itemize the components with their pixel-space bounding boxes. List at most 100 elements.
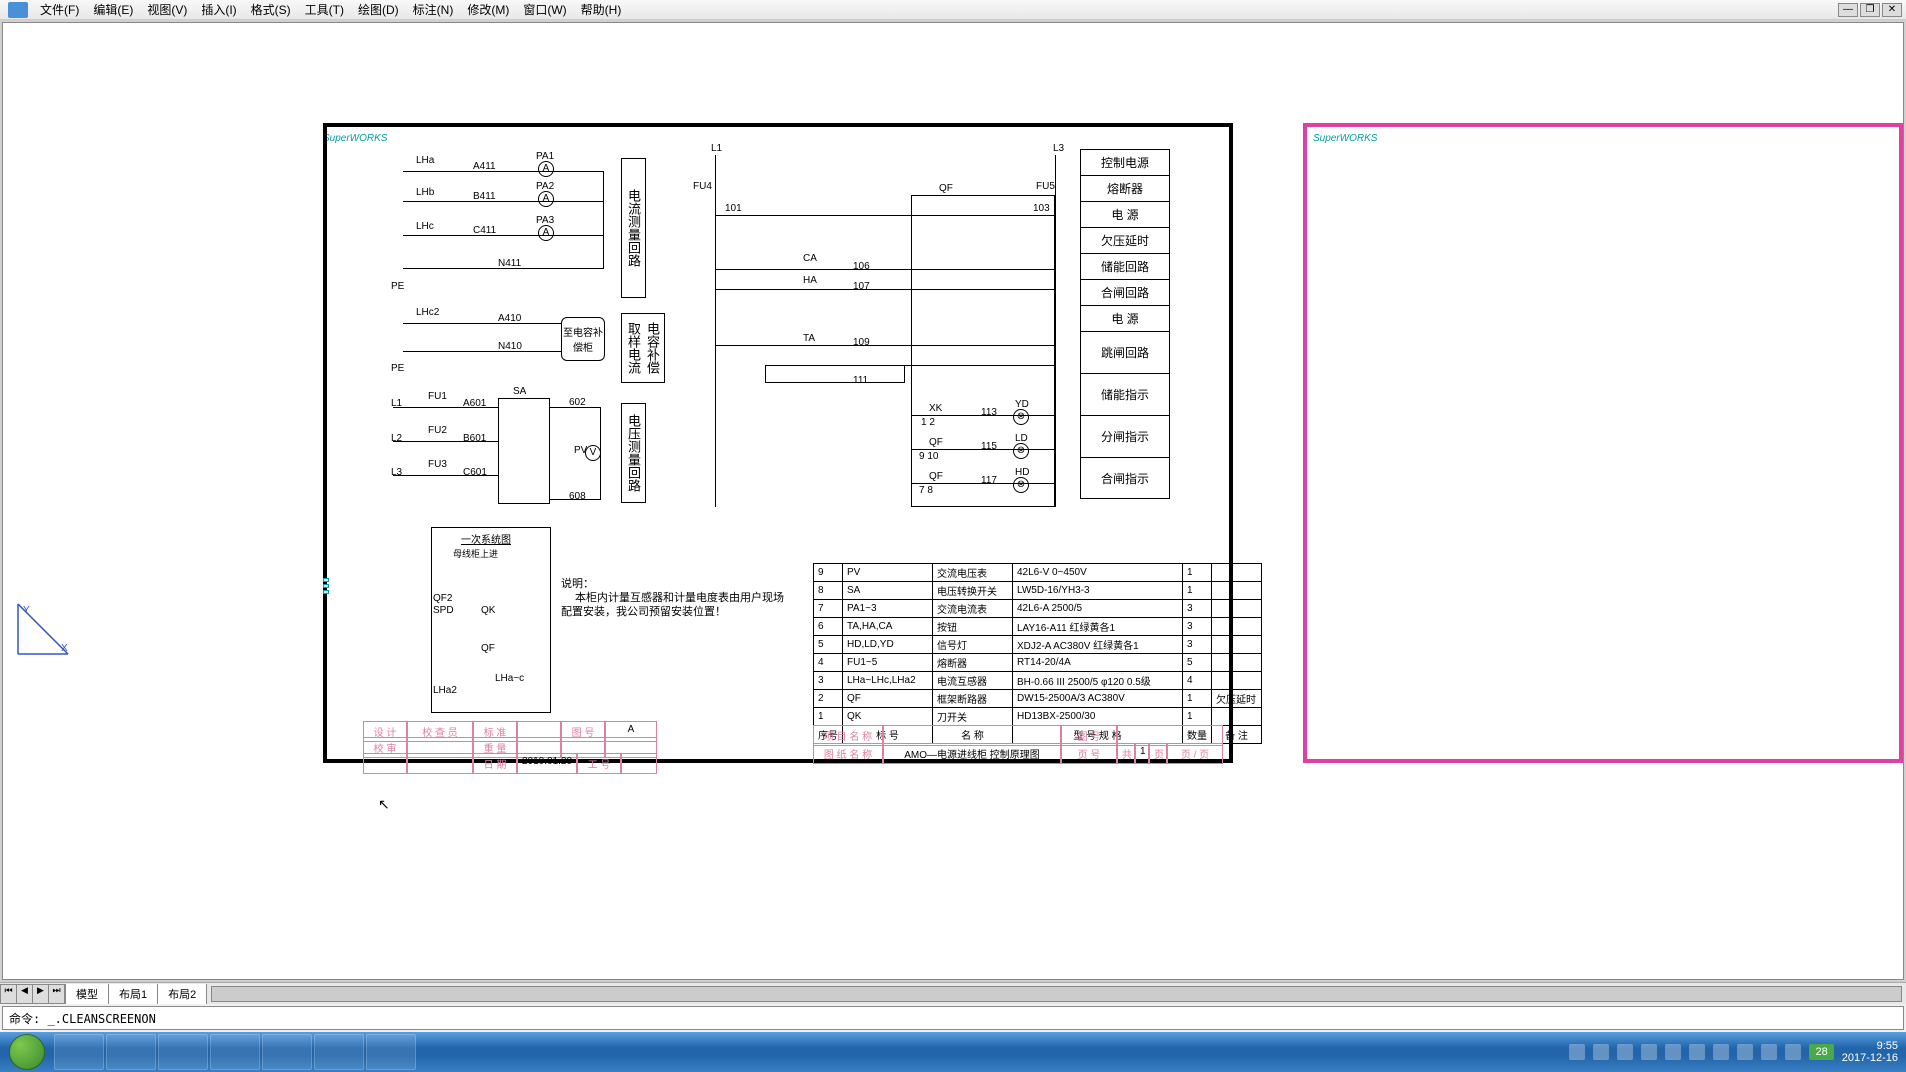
text-lha2: LHa2 — [433, 685, 457, 696]
clock-date: 2017-12-16 — [1842, 1052, 1898, 1064]
bom-row: 8SA电压转换开关LW5D-16/YH3-31 — [814, 582, 1262, 600]
text-ta: TA — [803, 333, 815, 344]
text-113: 113 — [981, 407, 997, 418]
text-pe: PE — [391, 281, 404, 292]
menu-edit[interactable]: 编辑(E) — [87, 0, 139, 20]
ammeter-pa2: A — [538, 191, 554, 207]
text-fu4: FU4 — [693, 181, 712, 192]
taskbar-item[interactable] — [366, 1034, 416, 1070]
menu-modify[interactable]: 修改(M) — [461, 0, 515, 20]
menu-tool[interactable]: 工具(T) — [299, 0, 350, 20]
text-b601: B601 — [463, 433, 486, 444]
text-910: 9 10 — [919, 451, 938, 462]
taskbar-item[interactable] — [158, 1034, 208, 1070]
text-spd: SPD — [433, 605, 454, 616]
text-l3b: L3 — [1053, 143, 1064, 154]
text-fu5: FU5 — [1036, 181, 1055, 192]
menubar: 文件(F) 编辑(E) 视图(V) 插入(I) 格式(S) 工具(T) 绘图(D… — [0, 0, 1906, 20]
tab-first-button[interactable]: ⏮ — [1, 985, 17, 1003]
start-button[interactable] — [0, 1032, 54, 1072]
tray-icon[interactable] — [1569, 1044, 1585, 1060]
menu-insert[interactable]: 插入(I) — [195, 0, 242, 20]
menu-dim[interactable]: 标注(N) — [407, 0, 460, 20]
wire — [715, 345, 1055, 346]
text-608: 608 — [569, 491, 586, 502]
text-qf2b: QF2 — [433, 593, 452, 604]
tray-icon[interactable] — [1665, 1044, 1681, 1060]
menu-window[interactable]: 窗口(W) — [517, 0, 572, 20]
menu-view[interactable]: 视图(V) — [141, 0, 193, 20]
bom-row: 5HD,LD,YD信号灯XDJ2-A AC380V 红绿黄各13 — [814, 636, 1262, 654]
text-sa: SA — [513, 386, 526, 397]
temperature-badge[interactable]: 28 — [1809, 1044, 1833, 1060]
minimize-button[interactable]: — — [1838, 3, 1858, 17]
text-101: 101 — [725, 203, 742, 214]
drawing-canvas[interactable]: SuperWORKS SuperWORKS 电流测量回路 电容补偿取样电流 电压… — [2, 22, 1904, 980]
menu-format[interactable]: 格式(S) — [245, 0, 297, 20]
tab-last-button[interactable]: ⏭ — [49, 985, 65, 1003]
fn-row: 储能指示 — [1081, 374, 1169, 416]
tray-icon[interactable] — [1593, 1044, 1609, 1060]
tab-model[interactable]: 模型 — [66, 984, 109, 1004]
menu-help[interactable]: 帮助(H) — [575, 0, 628, 20]
taskbar-item[interactable] — [106, 1034, 156, 1070]
tab-layout2[interactable]: 布局2 — [158, 984, 207, 1004]
wire — [715, 155, 716, 507]
taskbar-item[interactable] — [210, 1034, 260, 1070]
clock[interactable]: 9:55 2017-12-16 — [1842, 1040, 1898, 1064]
wire — [403, 351, 561, 352]
text-111: 111 — [853, 375, 868, 386]
taskbar-item[interactable] — [314, 1034, 364, 1070]
trip-block — [765, 365, 905, 383]
lamp-hd: ⊗ — [1013, 477, 1029, 493]
workspace[interactable]: SuperWORKS SuperWORKS 电流测量回路 电容补偿取样电流 电压… — [0, 20, 1906, 982]
system-tray: 28 9:55 2017-12-16 — [1569, 1040, 1906, 1064]
text-sys-sub: 母线柜上进 — [453, 547, 498, 560]
text-a410: A410 — [498, 313, 521, 324]
tray-icon[interactable] — [1713, 1044, 1729, 1060]
text-a411: A411 — [473, 161, 496, 172]
taskbar-item[interactable] — [262, 1034, 312, 1070]
fn-row: 电 源 — [1081, 202, 1169, 228]
titleblock-drawing: 图 纸 名 称 AMO—电源进线柜 控制原理图 页 号 共 1 页 页 / 页 — [813, 743, 1223, 764]
tray-icon[interactable] — [1737, 1044, 1753, 1060]
command-line[interactable]: 命令: _.CLEANSCREENON — [2, 1006, 1904, 1030]
tray-icon[interactable] — [1641, 1044, 1657, 1060]
text-c411: C411 — [473, 225, 496, 236]
tab-next-button[interactable]: ▶ — [33, 985, 49, 1003]
text-117: 117 — [981, 475, 997, 486]
tray-icon[interactable] — [1689, 1044, 1705, 1060]
horizontal-scrollbar[interactable] — [211, 986, 1902, 1002]
text-qf2: QF — [929, 437, 943, 448]
restore-button[interactable]: ❐ — [1860, 3, 1880, 17]
text-qfb: QF — [481, 643, 495, 654]
note-line-2: 配置安装，我公司预留安装位置！ — [561, 605, 726, 620]
tab-prev-button[interactable]: ◀ — [17, 985, 33, 1003]
menu-draw[interactable]: 绘图(D) — [352, 0, 405, 20]
tray-icon[interactable] — [1617, 1044, 1633, 1060]
fn-row: 控制电源 — [1081, 150, 1169, 176]
wire — [603, 171, 604, 269]
text-sys-title: 一次系统图 — [461, 531, 511, 546]
menu-file[interactable]: 文件(F) — [34, 0, 85, 20]
tray-icon[interactable] — [1761, 1044, 1777, 1060]
taskbar-item[interactable] — [54, 1034, 104, 1070]
fn-row: 电 源 — [1081, 306, 1169, 332]
fn-row: 储能回路 — [1081, 254, 1169, 280]
text-103: 103 — [1033, 203, 1050, 214]
ucs-icon: Y X — [13, 599, 73, 659]
app-icon — [8, 2, 28, 18]
tab-nav-buttons: ⏮ ◀ ▶ ⏭ — [0, 984, 66, 1004]
tab-layout1[interactable]: 布局1 — [109, 984, 158, 1004]
text-n411: N411 — [498, 258, 521, 269]
fn-row: 分闸指示 — [1081, 416, 1169, 458]
text-a601: A601 — [463, 398, 486, 409]
svg-text:X: X — [61, 643, 68, 654]
fn-row: 熔断器 — [1081, 176, 1169, 202]
label-voltage-circuit: 电压测量回路 — [621, 403, 646, 503]
text-c601: C601 — [463, 467, 487, 478]
close-button[interactable]: ✕ — [1882, 3, 1902, 17]
fn-row: 跳闸回路 — [1081, 332, 1169, 374]
volume-icon[interactable] — [1785, 1044, 1801, 1060]
text-b411: B411 — [473, 191, 496, 202]
